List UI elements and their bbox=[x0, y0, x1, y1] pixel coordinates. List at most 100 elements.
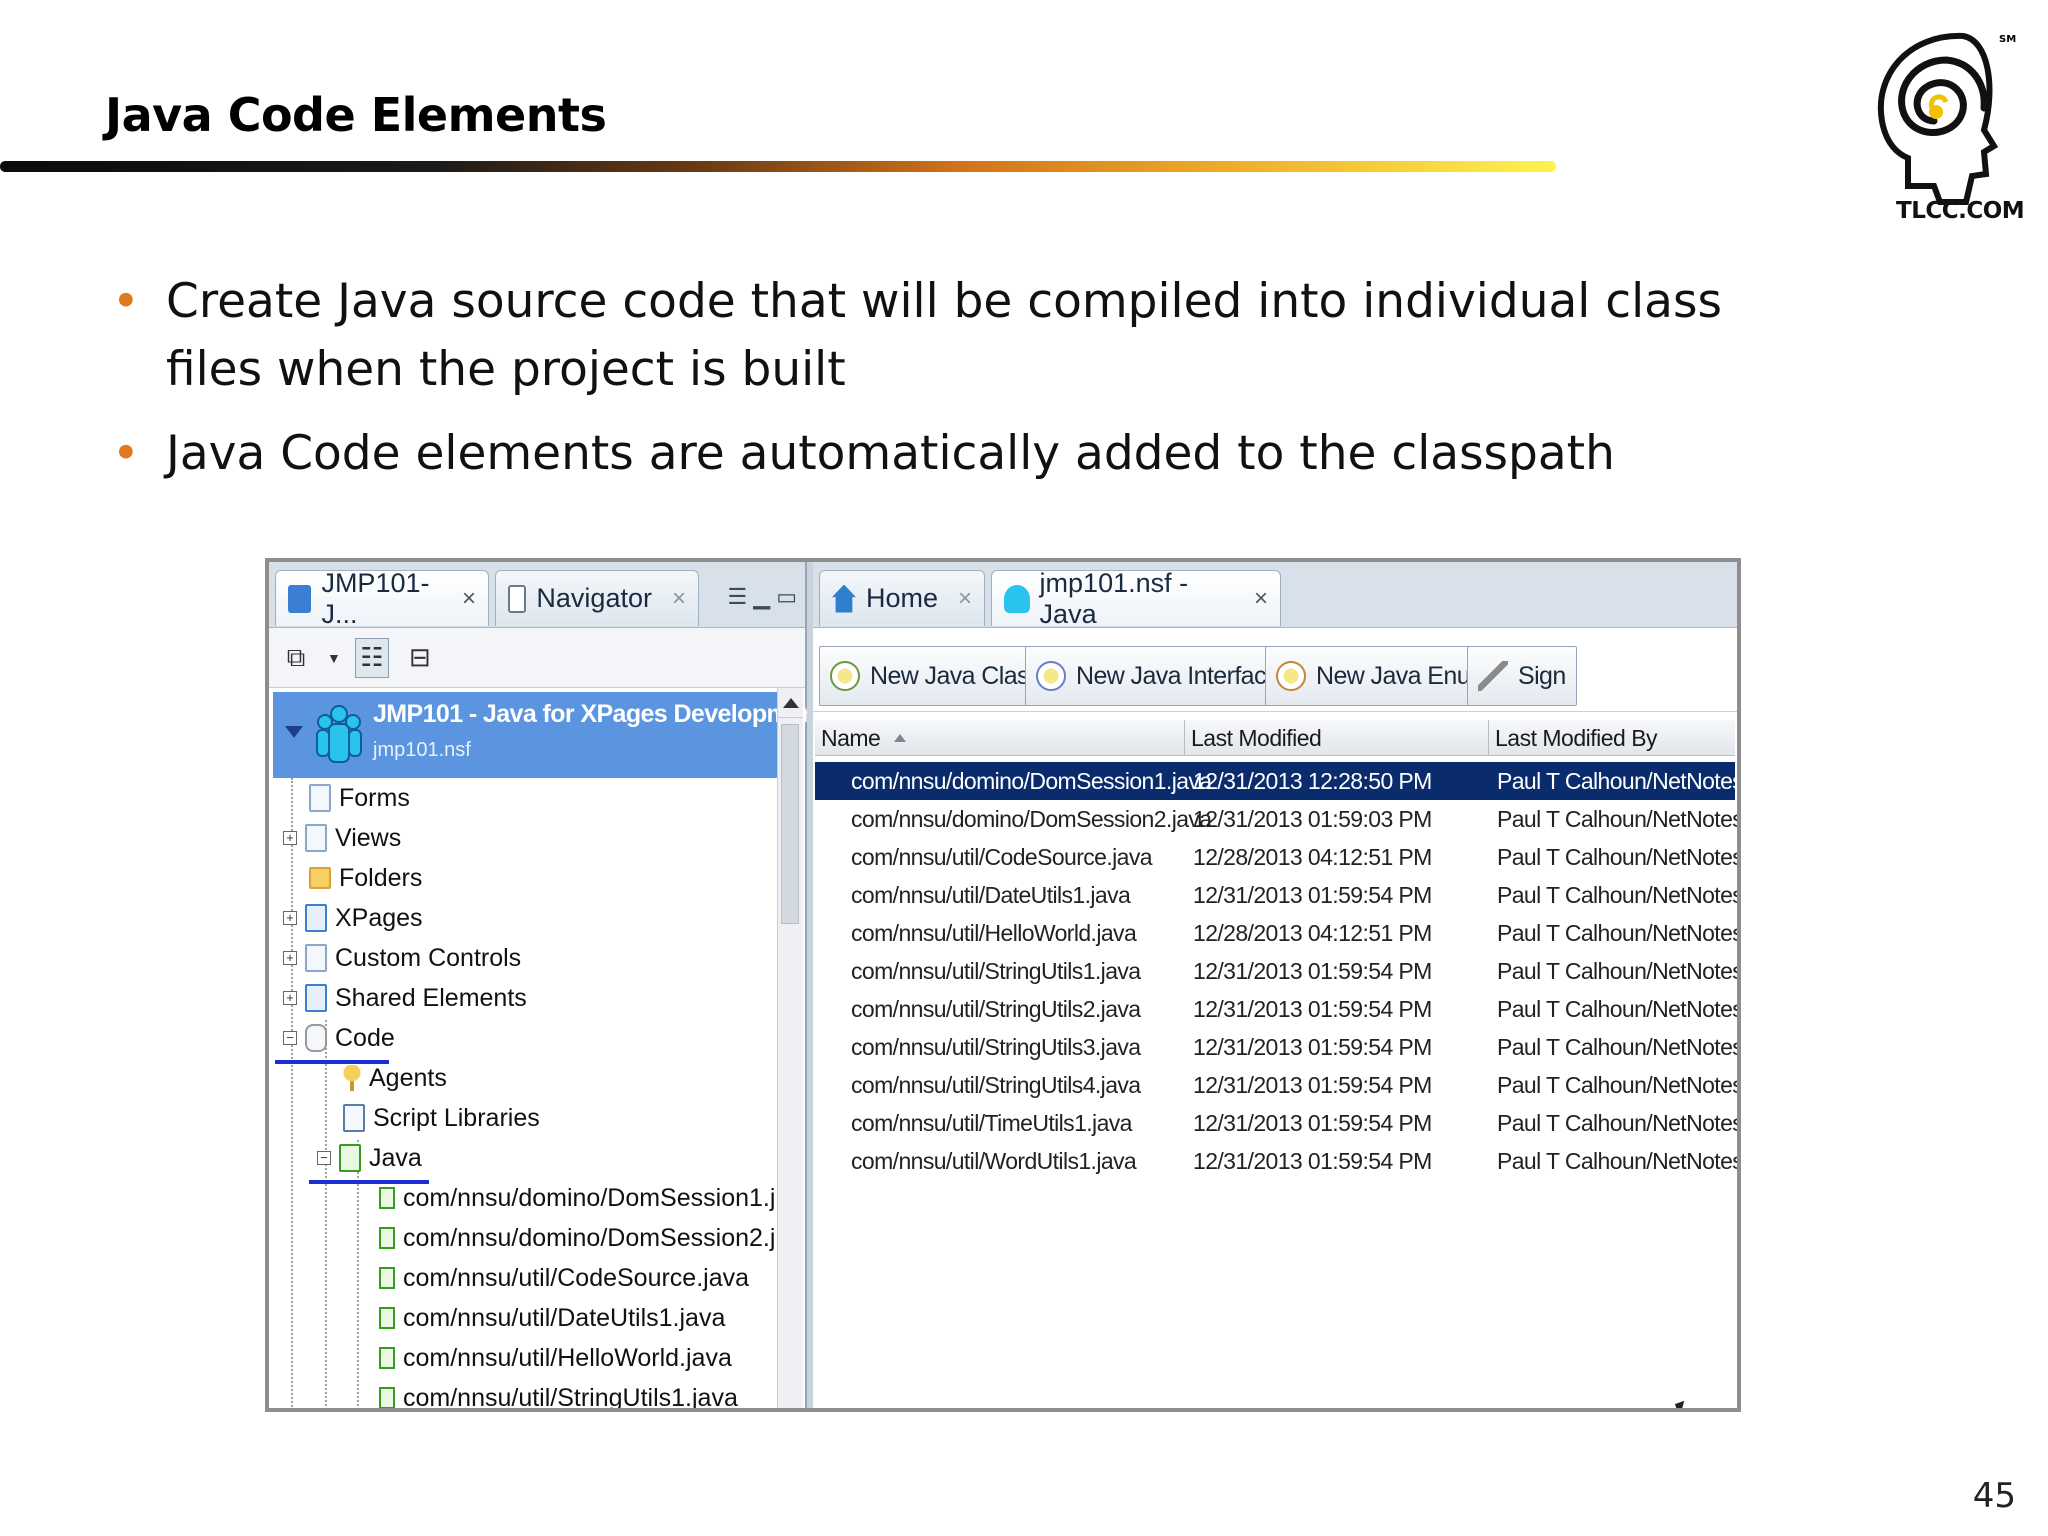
table-row[interactable]: com/nnsu/util/HelloWorld.java 12/28/2013 … bbox=[815, 914, 1737, 952]
cell-last-modified: 12/31/2013 01:59:54 PM bbox=[1193, 1147, 1432, 1174]
table-row[interactable]: com/nnsu/util/DateUtils1.java 12/31/2013 … bbox=[815, 876, 1737, 914]
tree-item-custom-controls[interactable]: + Custom Controls bbox=[283, 938, 521, 978]
tree-java-file[interactable]: com/nnsu/util/HelloWorld.java bbox=[379, 1338, 732, 1378]
shared-elements-icon bbox=[305, 984, 327, 1012]
tab-jmp101-java[interactable]: jmp101.nsf - Java × bbox=[991, 568, 1281, 629]
tree-item-folders[interactable]: Folders bbox=[309, 858, 422, 898]
table-row[interactable]: com/nnsu/util/StringUtils1.java 12/31/201… bbox=[815, 952, 1737, 990]
table-row[interactable]: com/nnsu/util/StringUtils4.java 12/31/201… bbox=[815, 1066, 1737, 1104]
tree-scrollbar[interactable] bbox=[777, 688, 803, 1408]
new-icon[interactable]: ⧉ bbox=[279, 638, 313, 678]
applications-navigator-pane: JMP101-J... × Navigator × ☰ ▁ ▭ ⧉ ▼ ☷ ⊟ bbox=[269, 562, 824, 1408]
designer-screenshot: JMP101-J... × Navigator × ☰ ▁ ▭ ⧉ ▼ ☷ ⊟ bbox=[265, 558, 1741, 1412]
tab-label: JMP101-J... bbox=[321, 567, 430, 629]
expand-icon[interactable]: + bbox=[283, 911, 297, 925]
close-icon[interactable]: × bbox=[672, 585, 686, 613]
tree-java-file[interactable]: com/nnsu/domino/DomSession1.java bbox=[379, 1178, 775, 1218]
table-row[interactable]: com/nnsu/util/WordUtils1.java 12/31/2013 … bbox=[815, 1142, 1737, 1180]
table-row[interactable]: com/nnsu/domino/DomSession2.java 12/31/20… bbox=[815, 800, 1737, 838]
tree-item-label: Forms bbox=[339, 783, 410, 812]
editor-tab-bar: Home × jmp101.nsf - Java × bbox=[813, 562, 1737, 629]
minimize-icon[interactable]: ▁ bbox=[753, 584, 770, 610]
tree-item-agents[interactable]: Agents bbox=[343, 1058, 447, 1098]
code-icon bbox=[305, 1024, 327, 1052]
tab-label: Navigator bbox=[536, 583, 652, 613]
dropdown-arrow-icon[interactable]: ▼ bbox=[327, 650, 341, 666]
collapse-all-icon[interactable]: ⊟ bbox=[403, 638, 437, 678]
cell-name: com/nnsu/util/StringUtils1.java bbox=[851, 957, 1141, 984]
tree-view-icon[interactable]: ☷ bbox=[354, 637, 389, 678]
cell-name: com/nnsu/util/StringUtils4.java bbox=[851, 1071, 1141, 1098]
tree-java-file[interactable]: com/nnsu/util/CodeSource.java bbox=[379, 1258, 749, 1298]
expand-icon[interactable]: + bbox=[283, 951, 297, 965]
bullet-item: • Java Code elements are automatically ad… bbox=[112, 420, 1812, 488]
cell-last-modified: 12/31/2013 01:59:54 PM bbox=[1193, 1033, 1432, 1060]
new-java-class-button[interactable]: New Java Class bbox=[819, 646, 1052, 706]
tree-item-label: Agents bbox=[369, 1063, 447, 1092]
tree-item-shared-elements[interactable]: + Shared Elements bbox=[283, 978, 527, 1018]
java-file-label: com/nnsu/util/StringUtils1.java bbox=[403, 1383, 738, 1412]
tree-guide-line bbox=[291, 778, 293, 1408]
java-file-icon bbox=[379, 1187, 395, 1209]
tree-item-script-libraries[interactable]: Script Libraries bbox=[343, 1098, 540, 1138]
navigator-toolbar: ⧉ ▼ ☷ ⊟ bbox=[269, 628, 805, 688]
action-bar: New Java Class New Java Interface New Ja… bbox=[813, 628, 1737, 712]
page-number: 45 bbox=[1972, 1476, 2016, 1516]
table-row[interactable]: com/nnsu/util/CodeSource.java 12/28/2013 … bbox=[815, 838, 1737, 876]
scroll-up-arrow-icon[interactable] bbox=[778, 688, 803, 718]
navigator-icon bbox=[508, 584, 527, 613]
tree-item-code[interactable]: − Code bbox=[283, 1018, 395, 1058]
button-label: New Java Interface bbox=[1076, 661, 1280, 690]
java-elements-table: Name Last Modified Last Modified By com/… bbox=[813, 720, 1737, 1408]
scroll-thumb[interactable] bbox=[781, 724, 799, 924]
cell-name: com/nnsu/util/WordUtils1.java bbox=[851, 1147, 1137, 1174]
java-file-label: com/nnsu/util/CodeSource.java bbox=[403, 1263, 750, 1292]
table-row[interactable]: com/nnsu/domino/DomSession1.java 12/31/20… bbox=[815, 762, 1737, 800]
column-header-name[interactable]: Name bbox=[815, 720, 1185, 756]
bullet-item: • Create Java source code that will be co… bbox=[112, 268, 1812, 404]
database-header[interactable]: JMP101 - Java for XPages Development jmp… bbox=[273, 692, 824, 778]
table-row[interactable]: com/nnsu/util/StringUtils2.java 12/31/201… bbox=[815, 990, 1737, 1028]
tree-item-views[interactable]: + Views bbox=[283, 818, 401, 858]
pane-controls: ☰ ▁ ▭ bbox=[728, 584, 797, 610]
tree-item-label: Script Libraries bbox=[373, 1103, 540, 1132]
close-icon[interactable]: × bbox=[1254, 585, 1268, 613]
column-header-last-modified-by[interactable]: Last Modified By bbox=[1489, 720, 1735, 756]
cell-last-modified: 12/28/2013 04:12:51 PM bbox=[1193, 843, 1432, 870]
collapse-icon[interactable]: − bbox=[283, 1031, 297, 1045]
new-java-interface-button[interactable]: New Java Interface bbox=[1025, 646, 1291, 706]
java-file-label: com/nnsu/domino/DomSession2.java bbox=[403, 1223, 775, 1252]
tab-home[interactable]: Home × bbox=[819, 570, 985, 626]
title-rule bbox=[0, 161, 1556, 172]
cell-last-modified-by: Paul T Calhoun/NetNotes bbox=[1497, 919, 1741, 946]
cell-last-modified-by: Paul T Calhoun/NetNotes bbox=[1497, 995, 1741, 1022]
maximize-icon[interactable]: ▭ bbox=[776, 584, 797, 610]
table-row[interactable]: com/nnsu/util/TimeUtils1.java 12/31/2013 … bbox=[815, 1104, 1737, 1142]
expand-triangle-icon[interactable] bbox=[285, 726, 303, 738]
new-java-enum-button[interactable]: New Java Enum bbox=[1265, 646, 1502, 706]
collapse-icon[interactable]: − bbox=[317, 1151, 331, 1165]
tree-java-file[interactable]: com/nnsu/util/DateUtils1.java bbox=[379, 1298, 725, 1338]
view-menu-icon[interactable]: ☰ bbox=[728, 584, 748, 610]
tree-item-java[interactable]: − Java bbox=[317, 1138, 422, 1178]
database-icon bbox=[1004, 584, 1030, 613]
tree-java-file[interactable]: com/nnsu/util/StringUtils1.java bbox=[379, 1378, 738, 1412]
expand-icon[interactable]: + bbox=[283, 831, 297, 845]
tree-java-file[interactable]: com/nnsu/domino/DomSession2.java bbox=[379, 1218, 775, 1258]
java-icon bbox=[339, 1144, 361, 1172]
tab-navigator[interactable]: Navigator × bbox=[495, 570, 699, 626]
java-enum-icon bbox=[1276, 661, 1306, 691]
tab-jmp101[interactable]: JMP101-J... × bbox=[275, 568, 489, 629]
column-header-last-modified[interactable]: Last Modified bbox=[1185, 720, 1489, 756]
tree-item-label: Code bbox=[335, 1023, 395, 1052]
cell-last-modified-by: Paul T Calhoun/NetNotes bbox=[1497, 1071, 1741, 1098]
java-file-label: com/nnsu/domino/DomSession1.java bbox=[403, 1183, 775, 1212]
table-row[interactable]: com/nnsu/util/StringUtils3.java 12/31/201… bbox=[815, 1028, 1737, 1066]
tree-item-forms[interactable]: Forms bbox=[309, 778, 410, 818]
close-icon[interactable]: × bbox=[958, 585, 972, 613]
tree-item-label: XPages bbox=[335, 903, 423, 932]
close-icon[interactable]: × bbox=[462, 585, 476, 613]
sign-button[interactable]: Sign bbox=[1467, 646, 1577, 706]
expand-icon[interactable]: + bbox=[283, 991, 297, 1005]
tree-item-xpages[interactable]: + XPages bbox=[283, 898, 423, 938]
